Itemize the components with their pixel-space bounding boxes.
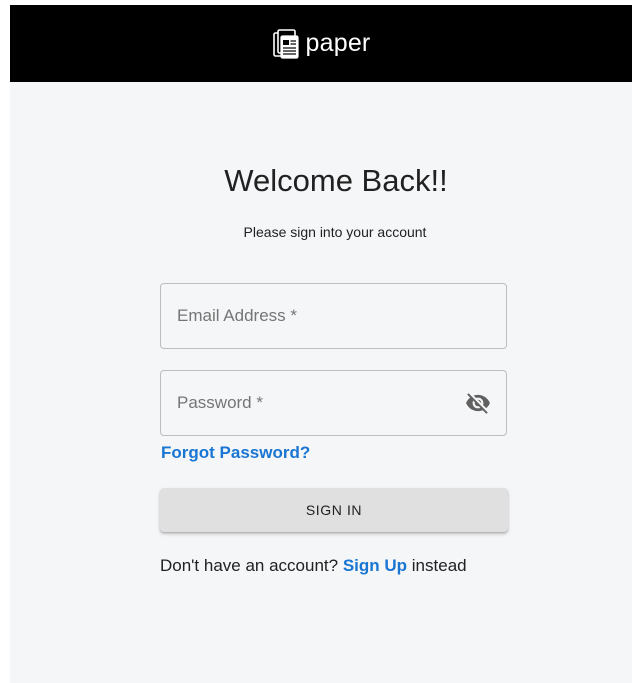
signup-prompt: Don't have an account? Sign Up instead — [160, 556, 520, 576]
password-input[interactable] — [161, 371, 506, 435]
document-stack-icon — [272, 28, 300, 60]
password-field — [160, 370, 507, 436]
email-input[interactable] — [161, 284, 506, 348]
page-subtitle: Please sign into your account — [243, 224, 427, 240]
signup-suffix: instead — [411, 556, 467, 575]
forgot-password-link[interactable]: Forgot Password? — [161, 443, 310, 463]
signup-prefix: Don't have an account? — [160, 556, 339, 575]
login-page: paper Welcome Back!! Please sign into yo… — [10, 5, 632, 683]
brand: paper — [272, 28, 371, 60]
brand-name: paper — [305, 29, 371, 57]
eye-off-icon[interactable] — [464, 389, 492, 417]
sign-up-link[interactable]: Sign Up — [343, 556, 407, 575]
sign-in-button[interactable]: SIGN IN — [160, 488, 508, 532]
top-bar: paper — [10, 5, 632, 82]
email-field — [160, 283, 507, 349]
page-title: Welcome Back!! — [224, 163, 448, 198]
